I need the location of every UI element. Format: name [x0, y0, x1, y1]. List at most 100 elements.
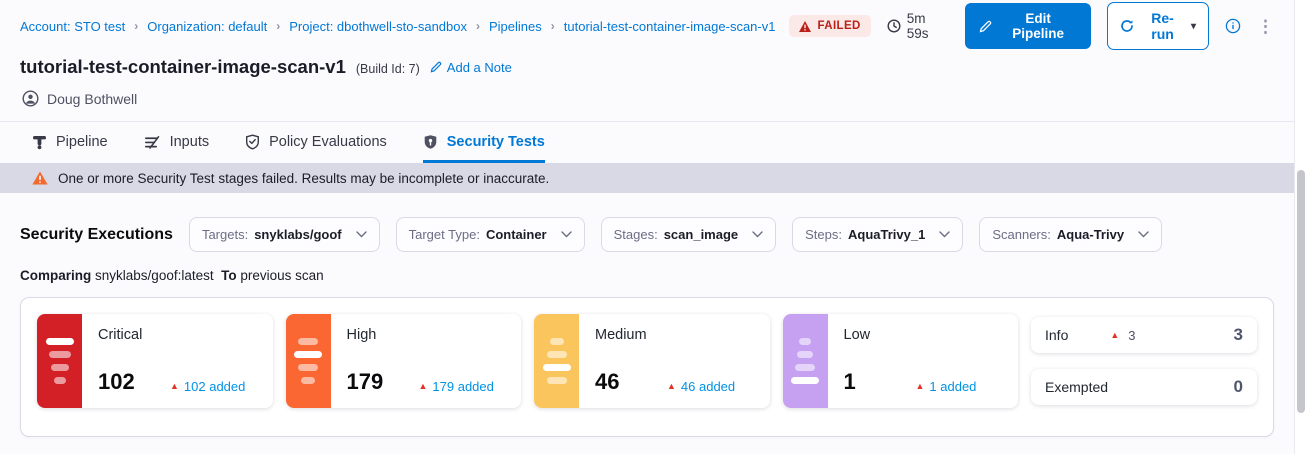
severity-label: High — [347, 327, 506, 343]
kebab-menu-icon[interactable]: ⋮ — [1257, 18, 1274, 35]
breadcrumb-pipelines[interactable]: Pipelines — [489, 19, 542, 34]
critical-card[interactable]: Critical 102 ▲102 added — [37, 314, 273, 408]
tab-security-tests[interactable]: Security Tests — [423, 122, 545, 163]
info-delta: 3 — [1128, 328, 1135, 343]
edit-pipeline-label: Edit Pipeline — [999, 11, 1077, 41]
chevron-down-icon — [1138, 231, 1149, 238]
target-type-filter-dropdown[interactable]: Target Type: Container — [396, 217, 585, 252]
severity-delta: 46 added — [681, 379, 735, 394]
exempted-count: 0 — [1234, 377, 1243, 397]
low-severity-meter-icon — [783, 314, 828, 408]
main-content: Security Executions Targets: snyklabs/go… — [0, 193, 1294, 437]
breadcrumb-execution[interactable]: tutorial-test-container-image-scan-v1 — [564, 19, 776, 34]
severity-count: 179 — [347, 369, 419, 395]
status-badge: FAILED — [789, 15, 870, 37]
info-label: Info — [1045, 327, 1068, 343]
severity-summary-panel: Critical 102 ▲102 added High 179 ▲179 ad… — [20, 297, 1274, 437]
severity-count: 46 — [595, 369, 667, 395]
chevron-down-icon — [752, 231, 763, 238]
tab-label: Inputs — [170, 134, 210, 150]
inputs-icon — [144, 135, 161, 150]
warning-banner: One or more Security Test stages failed.… — [0, 163, 1294, 193]
medium-card[interactable]: Medium 46 ▲ 46 added — [534, 314, 770, 408]
severity-label: Low — [844, 327, 1003, 343]
section-heading: Security Executions — [20, 226, 173, 244]
tab-policy-evaluations[interactable]: Policy Evaluations — [245, 122, 387, 163]
severity-count: 1 — [844, 369, 916, 395]
chevron-right-icon: › — [551, 19, 555, 33]
author-name: Doug Bothwell — [47, 91, 137, 107]
user-avatar-icon — [22, 90, 39, 107]
breadcrumb-project[interactable]: Project: dbothwell-sto-sandbox — [289, 19, 467, 34]
filters: Targets: snyklabs/goof Target Type: Cont… — [189, 217, 1162, 252]
severity-delta: 1 added — [929, 379, 976, 394]
info-circle-icon[interactable] — [1225, 18, 1241, 34]
refresh-icon — [1120, 19, 1134, 33]
delta-up-icon: ▲ — [1110, 331, 1119, 340]
caret-down-icon[interactable]: ▾ — [1191, 21, 1196, 32]
filter-label: Steps: — [805, 227, 842, 242]
chevron-down-icon — [939, 231, 950, 238]
chevron-down-icon — [356, 231, 367, 238]
comparing-prefix: Comparing — [20, 268, 91, 283]
stages-filter-dropdown[interactable]: Stages: scan_image — [601, 217, 777, 252]
vertical-scrollbar-thumb[interactable] — [1297, 170, 1305, 413]
delta-up-icon: ▲ — [667, 382, 676, 391]
warning-banner-message: One or more Security Test stages failed.… — [58, 171, 549, 186]
rerun-label: Re-run — [1141, 10, 1184, 42]
severity-delta: 102 added — [184, 379, 245, 394]
chevron-right-icon: › — [476, 19, 480, 33]
rerun-button[interactable]: Re-run ▾ — [1107, 2, 1209, 50]
filter-value: Aqua-Trivy — [1057, 227, 1124, 242]
comparing-target: snyklabs/goof:latest — [95, 268, 214, 283]
security-executions-header: Security Executions Targets: snyklabs/go… — [20, 217, 1274, 252]
pencil-icon — [979, 20, 992, 33]
build-id: (Build Id: 7) — [356, 62, 420, 76]
low-card[interactable]: Low 1 ▲ 1 added — [783, 314, 1019, 408]
chevron-right-icon: › — [276, 19, 280, 33]
tab-label: Pipeline — [56, 134, 108, 150]
header-actions: FAILED 5m 59s Edit Pipeline Re-run ▾ — [789, 2, 1274, 50]
duration: 5m 59s — [887, 11, 949, 41]
critical-severity-meter-icon — [37, 314, 82, 408]
info-card[interactable]: Info ▲ 3 3 — [1031, 317, 1257, 353]
tab-bar: Pipeline Inputs Policy Evaluations Secur… — [0, 121, 1294, 163]
severity-label: Critical — [98, 327, 257, 343]
add-note-link[interactable]: Add a Note — [430, 60, 512, 75]
warning-triangle-icon — [799, 21, 811, 32]
tab-label: Security Tests — [447, 134, 545, 150]
secondary-cards-column: Info ▲ 3 3 Exempted 0 — [1031, 314, 1257, 420]
breadcrumb: Account: STO test › Organization: defaul… — [20, 19, 775, 34]
medium-severity-meter-icon — [534, 314, 579, 408]
alert-triangle-icon — [32, 171, 48, 185]
targets-filter-dropdown[interactable]: Targets: snyklabs/goof — [189, 217, 380, 252]
exempted-label: Exempted — [1045, 379, 1108, 395]
filter-label: Scanners: — [992, 227, 1051, 242]
tab-inputs[interactable]: Inputs — [144, 122, 210, 163]
author-row: Doug Bothwell — [0, 78, 1294, 107]
breadcrumb-organization[interactable]: Organization: default — [147, 19, 267, 34]
scanners-filter-dropdown[interactable]: Scanners: Aqua-Trivy — [979, 217, 1162, 252]
tab-pipeline[interactable]: Pipeline — [32, 122, 108, 163]
delta-up-icon: ▲ — [916, 382, 925, 391]
breadcrumb-account[interactable]: Account: STO test — [20, 19, 125, 34]
vertical-scrollbar-track[interactable] — [1294, 0, 1306, 454]
filter-label: Stages: — [614, 227, 658, 242]
comparing-line: Comparing snyklabs/goof:latest To previo… — [20, 268, 1274, 283]
info-count: 3 — [1234, 325, 1243, 345]
filter-value: snyklabs/goof — [254, 227, 341, 242]
high-severity-meter-icon — [286, 314, 331, 408]
page-title: tutorial-test-container-image-scan-v1 — [20, 56, 346, 78]
edit-pipeline-button[interactable]: Edit Pipeline — [965, 3, 1091, 49]
severity-label: Medium — [595, 327, 754, 343]
top-header-bar: Account: STO test › Organization: defaul… — [0, 0, 1294, 52]
exempted-card[interactable]: Exempted 0 — [1031, 369, 1257, 405]
high-card[interactable]: High 179 ▲179 added — [286, 314, 522, 408]
filter-value: Container — [486, 227, 547, 242]
chevron-right-icon: › — [134, 19, 138, 33]
status-badge-label: FAILED — [817, 20, 860, 32]
comparing-baseline: previous scan — [240, 268, 323, 283]
steps-filter-dropdown[interactable]: Steps: AquaTrivy_1 — [792, 217, 963, 252]
filter-value: scan_image — [664, 227, 738, 242]
shield-check-icon — [245, 134, 260, 150]
